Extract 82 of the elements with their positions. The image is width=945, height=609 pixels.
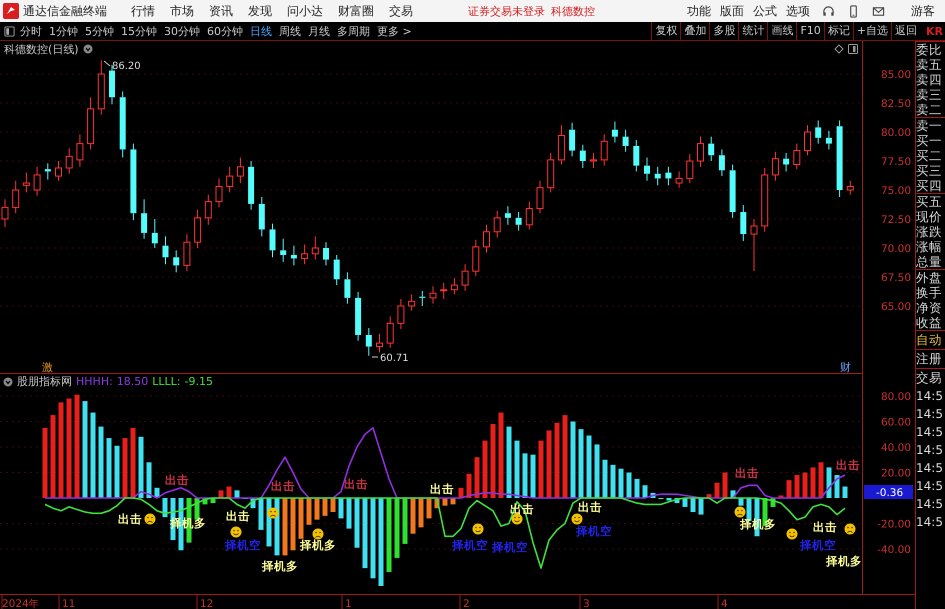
trade-time: 14:5 (916, 388, 944, 405)
quote-field-label: 买一 (916, 133, 943, 148)
signal-label: 出击 (735, 466, 759, 480)
quote-field-label: 卖三 (916, 87, 943, 102)
price-axis-label: 67.50 (880, 272, 911, 284)
signal-label: 出击 (226, 509, 250, 523)
price-axis-label: 75.00 (880, 185, 911, 197)
status-notice: 证券交易未登录 (468, 4, 545, 18)
indicator-axis-label: -20.00 (877, 518, 911, 530)
signal-label: 择机空 (492, 540, 528, 554)
quote-field-label: 卖四 (916, 72, 943, 87)
signal-label: 择机空 (800, 538, 836, 552)
trade-time: 14:5 (916, 478, 944, 495)
quote-field-label: 买四 (916, 178, 943, 193)
chart-title: 科德数控(日线) (4, 42, 79, 56)
trade-time: 14:5 (916, 442, 944, 459)
quote-field-label: 总量 (916, 254, 943, 269)
quote-field-label: 买二 (916, 148, 943, 163)
signal-label: 出击 (165, 473, 189, 487)
signal-label: 择机空 (225, 538, 261, 552)
quote-field-label: 卖五 (916, 57, 943, 72)
quote-field-label: 买五 (916, 193, 945, 209)
indicator-name: 股朋指标网 (17, 374, 72, 389)
date-axis-label: 3 (583, 598, 590, 609)
quote-field-label: 现价 (916, 209, 943, 224)
quote-field-label: 净资 (916, 300, 943, 315)
signal-label: 择机多 (262, 559, 298, 573)
price-axis-label: 65.00 (880, 300, 911, 313)
current-value-badge: -0.36 (864, 485, 913, 499)
signal-label: 择机空 (576, 524, 612, 538)
quote-field-label: 换手 (916, 285, 943, 300)
signal-label: 出击 (578, 500, 602, 514)
quote-field-label: 委比 (916, 41, 945, 57)
signal-label: 出击 (430, 482, 454, 496)
indicator-series-name: LLLL: (152, 375, 181, 388)
price-axis-label: 72.50 (880, 214, 911, 226)
trade-time: 14:5 (916, 514, 944, 531)
low-price-callout: 60.71 (372, 353, 409, 364)
date-axis-label: 4 (721, 598, 728, 609)
date-axis-label: 12 (200, 598, 214, 609)
quote-field-label: 买三 (916, 163, 943, 178)
indicator-axis-label: 60.00 (880, 416, 911, 428)
quote-field-label: 卖一 (916, 117, 945, 133)
event-marker: 激 (42, 361, 53, 373)
quote-field-label: 收益 (916, 315, 943, 330)
app-title: 通达信金融终端 (23, 2, 107, 20)
trade-time: 14:5 (916, 424, 944, 441)
price-axis-label: 77.50 (880, 156, 911, 168)
signal-label: 出击 (813, 520, 837, 534)
signal-label: 出击 (344, 477, 368, 491)
trade-time: 14:5 (916, 460, 944, 477)
price-axis-label: 82.50 (880, 98, 911, 110)
signal-label: 出击 (118, 512, 142, 526)
date-axis-label: 1 (345, 598, 352, 609)
date-axis-label: 2024年 (2, 598, 40, 609)
signal-label: 择机空 (452, 538, 488, 552)
signal-label: 出击 (271, 479, 295, 493)
date-axis-label: 2 (463, 598, 470, 609)
indicator-axis-label: -40.00 (877, 544, 911, 556)
quote-field-label: 涨幅 (916, 239, 943, 254)
quote-field-label: 外盘 (916, 269, 945, 285)
signal-label: 出击 (836, 458, 860, 472)
signal-label: 择机多 (740, 517, 776, 531)
event-marker: 财 (840, 361, 851, 373)
indicator-axis-label: 80.00 (880, 391, 911, 403)
high-price-callout: 86.20 (104, 60, 141, 72)
trade-time: 14:5 (916, 496, 944, 513)
price-axis-label: 80.00 (880, 127, 911, 140)
signal-label: 择机多 (826, 554, 862, 568)
indicator-series-name: HHHH: (76, 375, 113, 388)
signal-label: 择机多 (300, 538, 336, 552)
date-axis-label: 11 (62, 598, 76, 609)
price-axis-label: 85.00 (880, 69, 911, 82)
price-axis-label: 70.00 (880, 243, 911, 255)
indicator-axis-label: 40.00 (880, 442, 911, 454)
indicator-axis-label: 20.00 (880, 468, 911, 480)
indicator-value: -9.15 (184, 375, 213, 388)
quote-field-label: 卖二 (916, 102, 943, 117)
indicator-value: 18.50 (116, 375, 148, 388)
status-notice: 科德数控 (551, 4, 595, 18)
quote-field-label: 涨跌 (916, 224, 943, 239)
trade-time: 14:5 (916, 406, 944, 423)
